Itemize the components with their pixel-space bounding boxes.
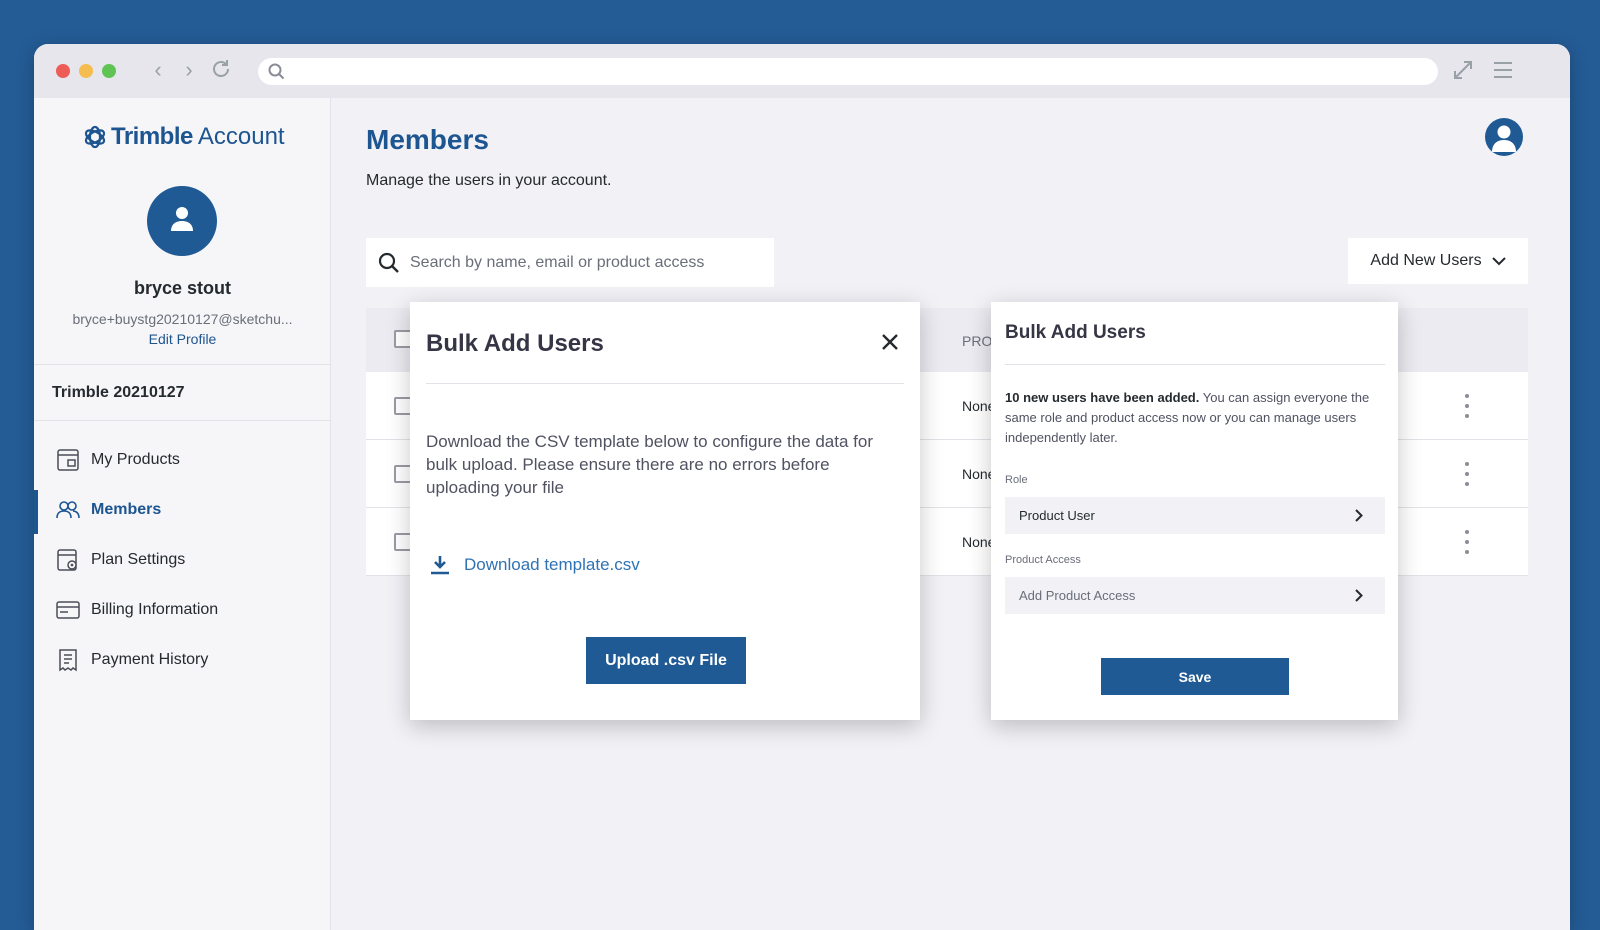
sidebar-item-my-products[interactable]: My Products — [34, 438, 331, 482]
sidebar-item-members[interactable]: Members — [34, 488, 331, 534]
user-name: bryce stout — [133, 278, 232, 298]
download-icon — [431, 556, 449, 575]
role-select[interactable]: Product User — [1005, 497, 1385, 534]
search-input[interactable] — [410, 253, 750, 272]
sidebar-item-label: Members — [91, 501, 162, 518]
chevron-down-icon — [1491, 257, 1506, 266]
product-access-placeholder: Add Product Access — [1019, 588, 1136, 603]
trimble-globe-icon — [84, 125, 106, 149]
account-avatar-button[interactable] — [1485, 118, 1523, 156]
maximize-window-dot[interactable] — [102, 64, 116, 78]
role-label: Role — [1005, 474, 1028, 486]
sidebar-divider — [34, 420, 331, 421]
billing-icon — [56, 598, 80, 622]
page-title: Members — [366, 124, 489, 155]
member-search[interactable] — [366, 238, 774, 287]
download-template-label: Download template.csv — [464, 555, 640, 574]
page-subtitle: Manage the users in your account. — [366, 172, 612, 189]
panel-divider — [1005, 364, 1385, 365]
add-new-users-label: Add New Users — [1370, 252, 1482, 269]
back-icon[interactable]: ‹ — [147, 57, 169, 83]
users-added-count-text: 10 new users have been added. — [1005, 390, 1200, 405]
brand-name: Trimble — [111, 123, 193, 150]
sidebar: Trimble Account bryce stout bryce+buystg… — [34, 98, 331, 930]
user-icon — [171, 207, 193, 231]
address-bar[interactable] — [258, 58, 1438, 85]
minimize-window-dot[interactable] — [79, 64, 93, 78]
reload-icon[interactable] — [210, 58, 232, 84]
members-icon — [56, 498, 80, 522]
users-added-message: 10 new users have been added. You can as… — [1005, 388, 1377, 448]
search-icon — [268, 63, 285, 80]
trimble-logo: Trimble Account — [83, 122, 285, 152]
upload-csv-button[interactable]: Upload .csv File — [586, 637, 746, 684]
forward-icon[interactable]: › — [178, 57, 200, 83]
sidebar-item-label: Payment History — [91, 651, 209, 668]
sidebar-item-label: Plan Settings — [91, 551, 186, 568]
close-icon[interactable] — [880, 332, 900, 352]
more-options-icon[interactable] — [1462, 394, 1472, 418]
sidebar-item-plan-settings[interactable]: Plan Settings — [34, 538, 331, 582]
bulk-assign-panel: Bulk Add Users 10 new users have been ad… — [991, 302, 1398, 720]
product-access-label: Product Access — [1005, 554, 1081, 566]
panel-title: Bulk Add Users — [1005, 322, 1146, 343]
browser-chrome: ‹ › — [34, 44, 1570, 98]
more-options-icon[interactable] — [1462, 530, 1472, 554]
user-email: bryce+buystg20210127@sketchu... — [72, 311, 293, 327]
brand-suffix: Account — [197, 123, 285, 150]
sidebar-item-payment-history[interactable]: Payment History — [34, 638, 331, 682]
modal-description: Download the CSV template below to confi… — [426, 432, 873, 497]
products-icon — [56, 448, 80, 472]
plan-settings-icon — [56, 548, 80, 572]
save-button[interactable]: Save — [1101, 658, 1289, 695]
account-name: Trimble 20210127 — [52, 384, 185, 401]
more-options-icon[interactable] — [1462, 462, 1472, 486]
add-new-users-button[interactable]: Add New Users — [1348, 238, 1528, 284]
product-access-select[interactable]: Add Product Access — [1005, 577, 1385, 614]
sidebar-item-label: My Products — [91, 451, 180, 468]
sidebar-item-label: Billing Information — [91, 601, 219, 618]
close-window-dot[interactable] — [56, 64, 70, 78]
chevron-right-icon — [1355, 509, 1363, 522]
download-template-link[interactable]: Download template.csv — [430, 554, 640, 576]
avatar — [147, 186, 217, 256]
sidebar-item-billing-information[interactable]: Billing Information — [34, 588, 331, 632]
expand-icon[interactable] — [1452, 59, 1476, 83]
search-icon — [378, 252, 399, 273]
sidebar-divider — [34, 364, 331, 365]
receipt-icon — [56, 648, 80, 672]
modal-title: Bulk Add Users — [426, 330, 604, 357]
edit-profile-link[interactable]: Edit Profile — [34, 331, 331, 347]
user-icon — [1492, 125, 1516, 152]
modal-divider — [426, 383, 904, 384]
chevron-right-icon — [1355, 589, 1363, 602]
bulk-add-users-modal: Bulk Add Users Download the CSV template… — [410, 302, 920, 720]
menu-icon[interactable] — [1492, 59, 1516, 83]
role-value: Product User — [1019, 508, 1095, 523]
